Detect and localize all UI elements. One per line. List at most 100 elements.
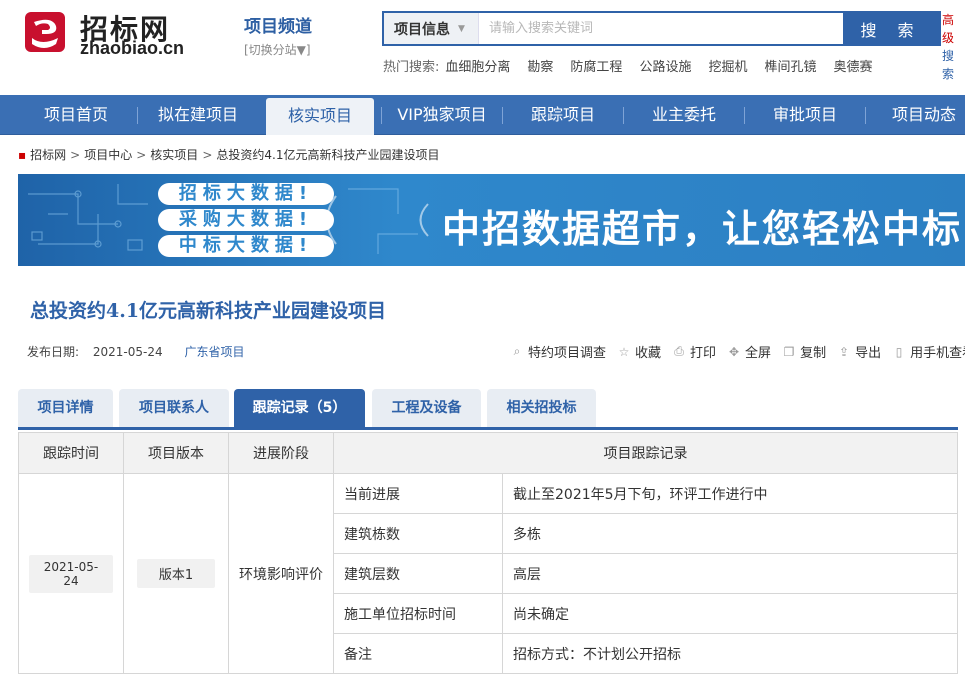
- site-logo[interactable]: 招标网 zhaobiao.cn: [22, 10, 202, 58]
- advanced-search-link[interactable]: 高级 搜索: [942, 11, 965, 83]
- tab-engineering-equipment[interactable]: 工程及设备: [372, 389, 481, 427]
- nav-item-tracking[interactable]: 跟踪项目: [503, 95, 623, 135]
- tool-label: 收藏: [635, 346, 662, 361]
- search-category-label: 项目信息: [394, 21, 450, 38]
- breadcrumb: ▪ 招标网 > 项目中心 > 核实项目 > 总投资约4.1亿元高新科技产业园建设项目: [18, 146, 439, 163]
- tab-project-details[interactable]: 项目详情: [18, 389, 113, 427]
- toolbar: ⌕ 特约项目调查 ☆ 收藏 ⎙ 打印 ✥ 全屏 ❐ 复制 ⇪ 导出 ▯ 用手机查看: [511, 342, 965, 361]
- advanced-search-bottom: 搜索: [942, 49, 955, 81]
- breadcrumb-item[interactable]: 招标网: [30, 148, 66, 162]
- tool-label: 全屏: [745, 346, 772, 361]
- export-icon: ⇪: [839, 344, 850, 359]
- hot-search-item[interactable]: 勘察: [527, 56, 553, 75]
- search-bar: 项目信息 ▼ 搜 索: [382, 11, 941, 46]
- tracking-table: 跟踪时间 项目版本 进展阶段 项目跟踪记录 2021-05-24 版本1 环境影…: [18, 432, 958, 674]
- record-value: 尚未确定: [502, 593, 958, 634]
- tracking-date: 2021-05-24: [29, 554, 113, 593]
- record-value: 多栋: [502, 513, 958, 554]
- main-nav: 项目首页 拟在建项目 核实项目 VIP独家项目 跟踪项目 业主委托 审批项目 项…: [0, 95, 965, 135]
- search-icon: ⌕: [513, 344, 521, 358]
- record-value: 高层: [502, 553, 958, 594]
- breadcrumb-item[interactable]: 核实项目: [150, 148, 198, 162]
- tool-label: 复制: [800, 346, 827, 361]
- hot-search-item[interactable]: 榫间孔镜: [764, 56, 816, 75]
- copy-icon: ❐: [783, 344, 795, 359]
- favorite-button[interactable]: ☆ 收藏: [618, 342, 662, 362]
- tool-label: 特约项目调查: [528, 346, 607, 361]
- column-header: 进展阶段: [228, 432, 334, 474]
- column-header: 项目跟踪记录: [333, 432, 958, 474]
- banner-pill: 中标大数据!: [158, 235, 334, 257]
- mobile-view-button[interactable]: ▯ 用手机查看: [893, 342, 965, 362]
- hot-search-item[interactable]: 公路设施: [639, 56, 691, 75]
- nav-item-verified[interactable]: 核实项目: [266, 98, 374, 135]
- nav-item-approval[interactable]: 审批项目: [745, 95, 865, 135]
- hot-searches: 热门搜索: 血细胞分离 勘察 防腐工程 公路设施 挖掘机 榫间孔镜 奥德赛: [383, 56, 890, 75]
- hot-search-item[interactable]: 防腐工程: [570, 56, 622, 75]
- fullscreen-button[interactable]: ✥ 全屏: [728, 342, 772, 362]
- version-cell: 版本1: [123, 473, 229, 674]
- hot-search-item[interactable]: 奥德赛: [833, 56, 872, 75]
- stage-cell: 环境影响评价: [228, 473, 334, 674]
- nav-item-planned[interactable]: 拟在建项目: [138, 95, 258, 135]
- version-badge: 版本1: [136, 559, 216, 588]
- record-key: 当前进展: [333, 473, 503, 514]
- chevron-right-icon: >: [202, 148, 213, 162]
- fullscreen-icon: ✥: [729, 344, 740, 359]
- publish-meta: 发布日期: 2021-05-24 广东省项目: [27, 343, 244, 360]
- hot-search-label: 热门搜索:: [383, 60, 440, 75]
- logo-mark-icon: [25, 12, 65, 52]
- search-category-select[interactable]: 项目信息 ▼: [384, 13, 479, 44]
- hot-search-item[interactable]: 血细胞分离: [445, 56, 510, 75]
- survey-button[interactable]: ⌕ 特约项目调查: [511, 342, 606, 361]
- promo-banner[interactable]: 招标大数据! 采购大数据! 中标大数据! 中招数据超市，让您轻松中标: [18, 174, 965, 266]
- star-icon: ☆: [618, 344, 630, 359]
- page-title: 总投资约4.1亿元高新科技产业园建设项目: [30, 300, 387, 322]
- column-header: 项目版本: [123, 432, 229, 474]
- copy-button[interactable]: ❐ 复制: [783, 342, 827, 362]
- tab-tracking-records[interactable]: 跟踪记录（5）: [234, 389, 365, 427]
- switch-site-link[interactable]: [切换分站▼]: [244, 41, 312, 58]
- chevron-down-icon: ▼: [458, 23, 465, 34]
- record-key: 建筑栋数: [333, 513, 503, 554]
- record-key: 施工单位招标时间: [333, 593, 503, 634]
- nav-item-news[interactable]: 项目动态: [866, 95, 965, 135]
- logo-text-en: zhaobiao.cn: [80, 38, 185, 58]
- publish-date: 2021-05-24: [92, 345, 163, 359]
- printer-icon: ⎙: [674, 344, 684, 358]
- export-button[interactable]: ⇪ 导出: [838, 342, 882, 362]
- nav-item-owner[interactable]: 业主委托: [624, 95, 744, 135]
- record-key: 备注: [333, 633, 503, 674]
- search-input[interactable]: [479, 13, 843, 44]
- channel-info: 项目频道 [切换分站▼]: [244, 12, 312, 58]
- record-value: 截止至2021年5月下旬，环评工作进行中: [502, 473, 958, 514]
- tool-label: 导出: [855, 346, 882, 361]
- table-header-row: 跟踪时间 项目版本 进展阶段 项目跟踪记录: [18, 432, 958, 474]
- publish-label: 发布日期:: [27, 345, 80, 359]
- tool-label: 打印: [690, 346, 717, 361]
- search-button[interactable]: 搜 索: [843, 13, 939, 44]
- tab-related-tenders[interactable]: 相关招投标: [487, 389, 596, 427]
- tracking-date-cell: 2021-05-24: [18, 473, 124, 674]
- chevron-right-icon: >: [70, 148, 81, 162]
- record-key: 建筑层数: [333, 553, 503, 594]
- table-row: 2021-05-24 版本1 环境影响评价 当前进展 截止至2021年5月下旬，…: [18, 473, 958, 674]
- channel-title: 项目频道: [244, 17, 312, 37]
- breadcrumb-item[interactable]: 项目中心: [84, 148, 132, 162]
- province-link[interactable]: 广东省项目: [184, 345, 244, 359]
- tab-underline: [18, 427, 958, 430]
- chevron-right-icon: >: [136, 148, 147, 162]
- column-header: 跟踪时间: [18, 432, 124, 474]
- nav-item-home[interactable]: 项目首页: [16, 95, 136, 135]
- tool-label: 用手机查看: [910, 346, 965, 361]
- hot-search-item[interactable]: 挖掘机: [708, 56, 747, 75]
- nav-item-vip[interactable]: VIP独家项目: [382, 95, 502, 135]
- bullet-icon: ▪: [18, 148, 27, 162]
- banner-pill: 采购大数据!: [158, 209, 334, 231]
- banner-pill: 招标大数据!: [158, 183, 334, 205]
- breadcrumb-current: 总投资约4.1亿元高新科技产业园建设项目: [216, 148, 440, 162]
- phone-icon: ▯: [895, 344, 903, 359]
- record-value: 招标方式：不计划公开招标: [502, 633, 958, 674]
- tab-project-contacts[interactable]: 项目联系人: [119, 389, 229, 427]
- print-button[interactable]: ⎙ 打印: [673, 342, 716, 361]
